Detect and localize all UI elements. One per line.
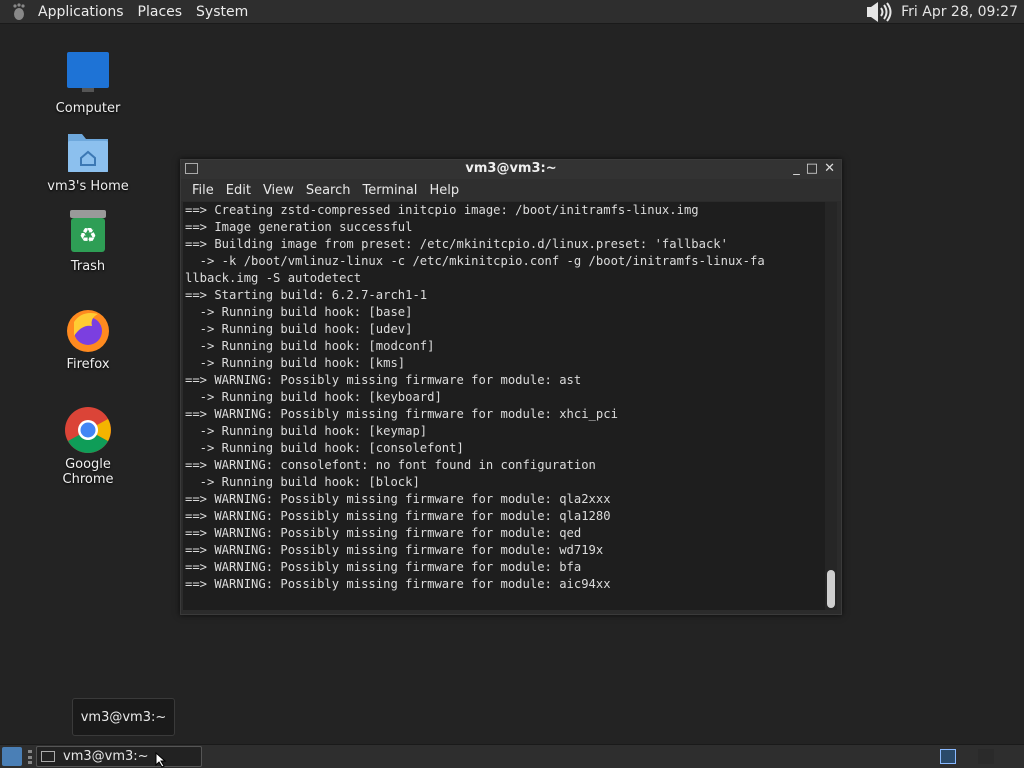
terminal-line: -> Running build hook: [block] <box>185 475 420 489</box>
terminal-window[interactable]: vm3@vm3:~ _ □ ✕ File Edit View Search Te… <box>180 159 842 615</box>
panel-grip-icon[interactable] <box>28 750 32 764</box>
terminal-line: -> Running build hook: [keyboard] <box>185 390 442 404</box>
terminal-line: llback.img -S autodetect <box>185 271 362 285</box>
terminal-line: ==> Starting build: 6.2.7-arch1-1 <box>185 288 428 302</box>
terminal-line: ==> WARNING: Possibly missing firmware f… <box>185 526 582 540</box>
close-button[interactable]: ✕ <box>824 161 835 176</box>
home-folder-icon <box>64 128 112 176</box>
workspace-2[interactable] <box>978 749 994 764</box>
computer-icon <box>64 50 112 98</box>
terminal-line: -> Running build hook: [udev] <box>185 322 413 336</box>
menu-help[interactable]: Help <box>429 183 459 198</box>
terminal-line: ==> WARNING: consolefont: no font found … <box>185 458 596 472</box>
window-titlebar[interactable]: vm3@vm3:~ _ □ ✕ <box>181 160 841 179</box>
terminal-line: ==> WARNING: Possibly missing firmware f… <box>185 560 582 574</box>
top-panel-tray: Fri Apr 28, 09:27 <box>865 0 1018 24</box>
terminal-line: -> -k /boot/vmlinuz-linux -c /etc/mkinit… <box>185 254 765 268</box>
scrollbar-thumb[interactable] <box>827 570 835 608</box>
menu-view[interactable]: View <box>263 183 294 198</box>
menu-file[interactable]: File <box>192 183 214 198</box>
menu-terminal[interactable]: Terminal <box>362 183 417 198</box>
terminal-menubar: File Edit View Search Terminal Help <box>181 179 841 201</box>
mouse-cursor-icon <box>155 752 167 768</box>
maximize-button[interactable]: □ <box>806 161 818 176</box>
top-panel: Applications Places System Fri Apr 28, 0… <box>0 0 1024 24</box>
terminal-line: -> Running build hook: [kms] <box>185 356 406 370</box>
terminal-line: ==> WARNING: Possibly missing firmware f… <box>185 509 611 523</box>
desktop-icon-trash[interactable]: ♻ Trash <box>38 208 138 274</box>
window-controls: _ □ ✕ <box>793 161 835 176</box>
taskbar-button-label: vm3@vm3:~ <box>63 749 149 764</box>
desktop-icon-chrome[interactable]: Google Chrome <box>38 406 138 487</box>
terminal-line: ==> WARNING: Possibly missing firmware f… <box>185 373 582 387</box>
terminal-line: ==> WARNING: Possibly missing firmware f… <box>185 543 604 557</box>
menu-places[interactable]: Places <box>138 4 183 20</box>
show-desktop-icon[interactable] <box>2 747 22 766</box>
desktop-icon-label: Google Chrome <box>62 457 114 487</box>
bottom-panel: vm3@vm3:~ <box>0 744 1024 768</box>
workspace-switcher-icon[interactable] <box>940 749 956 764</box>
desktop-icon-computer[interactable]: Computer <box>38 50 138 116</box>
terminal-line: ==> WARNING: Possibly missing firmware f… <box>185 407 618 421</box>
taskbar-button-terminal[interactable]: vm3@vm3:~ <box>36 746 202 767</box>
terminal-line: ==> Image generation successful <box>185 220 413 234</box>
volume-icon[interactable] <box>865 1 895 23</box>
desktop-icon-label: Computer <box>55 101 121 116</box>
terminal-line: ==> Building image from preset: /etc/mki… <box>185 237 728 251</box>
minimize-button[interactable]: _ <box>793 161 800 176</box>
trash-icon: ♻ <box>64 208 112 256</box>
menu-applications[interactable]: Applications <box>38 4 124 20</box>
chrome-icon <box>64 406 112 454</box>
clock[interactable]: Fri Apr 28, 09:27 <box>901 4 1018 20</box>
terminal-scrollbar[interactable] <box>825 202 837 610</box>
firefox-icon <box>64 306 112 354</box>
terminal-line: -> Running build hook: [consolefont] <box>185 441 464 455</box>
terminal-output[interactable]: ==> Creating zstd-compressed initcpio im… <box>183 202 825 610</box>
svg-text:♻: ♻ <box>79 223 97 247</box>
terminal-line: ==> WARNING: Possibly missing firmware f… <box>185 577 611 591</box>
desktop-icon-firefox[interactable]: Firefox <box>38 306 138 372</box>
terminal-line: -> Running build hook: [keymap] <box>185 424 428 438</box>
menu-edit[interactable]: Edit <box>226 183 251 198</box>
desktop-icon-label: vm3's Home <box>47 179 129 194</box>
window-title: vm3@vm3:~ <box>465 161 557 176</box>
desktop-icon-home[interactable]: vm3's Home <box>38 128 138 194</box>
terminal-line: ==> Creating zstd-compressed initcpio im… <box>185 203 699 217</box>
desktop-icon-label: Trash <box>70 259 106 274</box>
gnome-foot-icon[interactable] <box>8 1 30 23</box>
taskbar-tooltip: vm3@vm3:~ <box>72 698 175 736</box>
terminal-icon <box>41 751 55 762</box>
menu-search[interactable]: Search <box>306 183 351 198</box>
terminal-line: -> Running build hook: [modconf] <box>185 339 435 353</box>
menu-system[interactable]: System <box>196 4 248 20</box>
terminal-line: ==> WARNING: Possibly missing firmware f… <box>185 492 611 506</box>
tooltip-text: vm3@vm3:~ <box>80 709 167 725</box>
desktop-icon-label: Firefox <box>66 357 110 372</box>
terminal-line: -> Running build hook: [base] <box>185 305 413 319</box>
